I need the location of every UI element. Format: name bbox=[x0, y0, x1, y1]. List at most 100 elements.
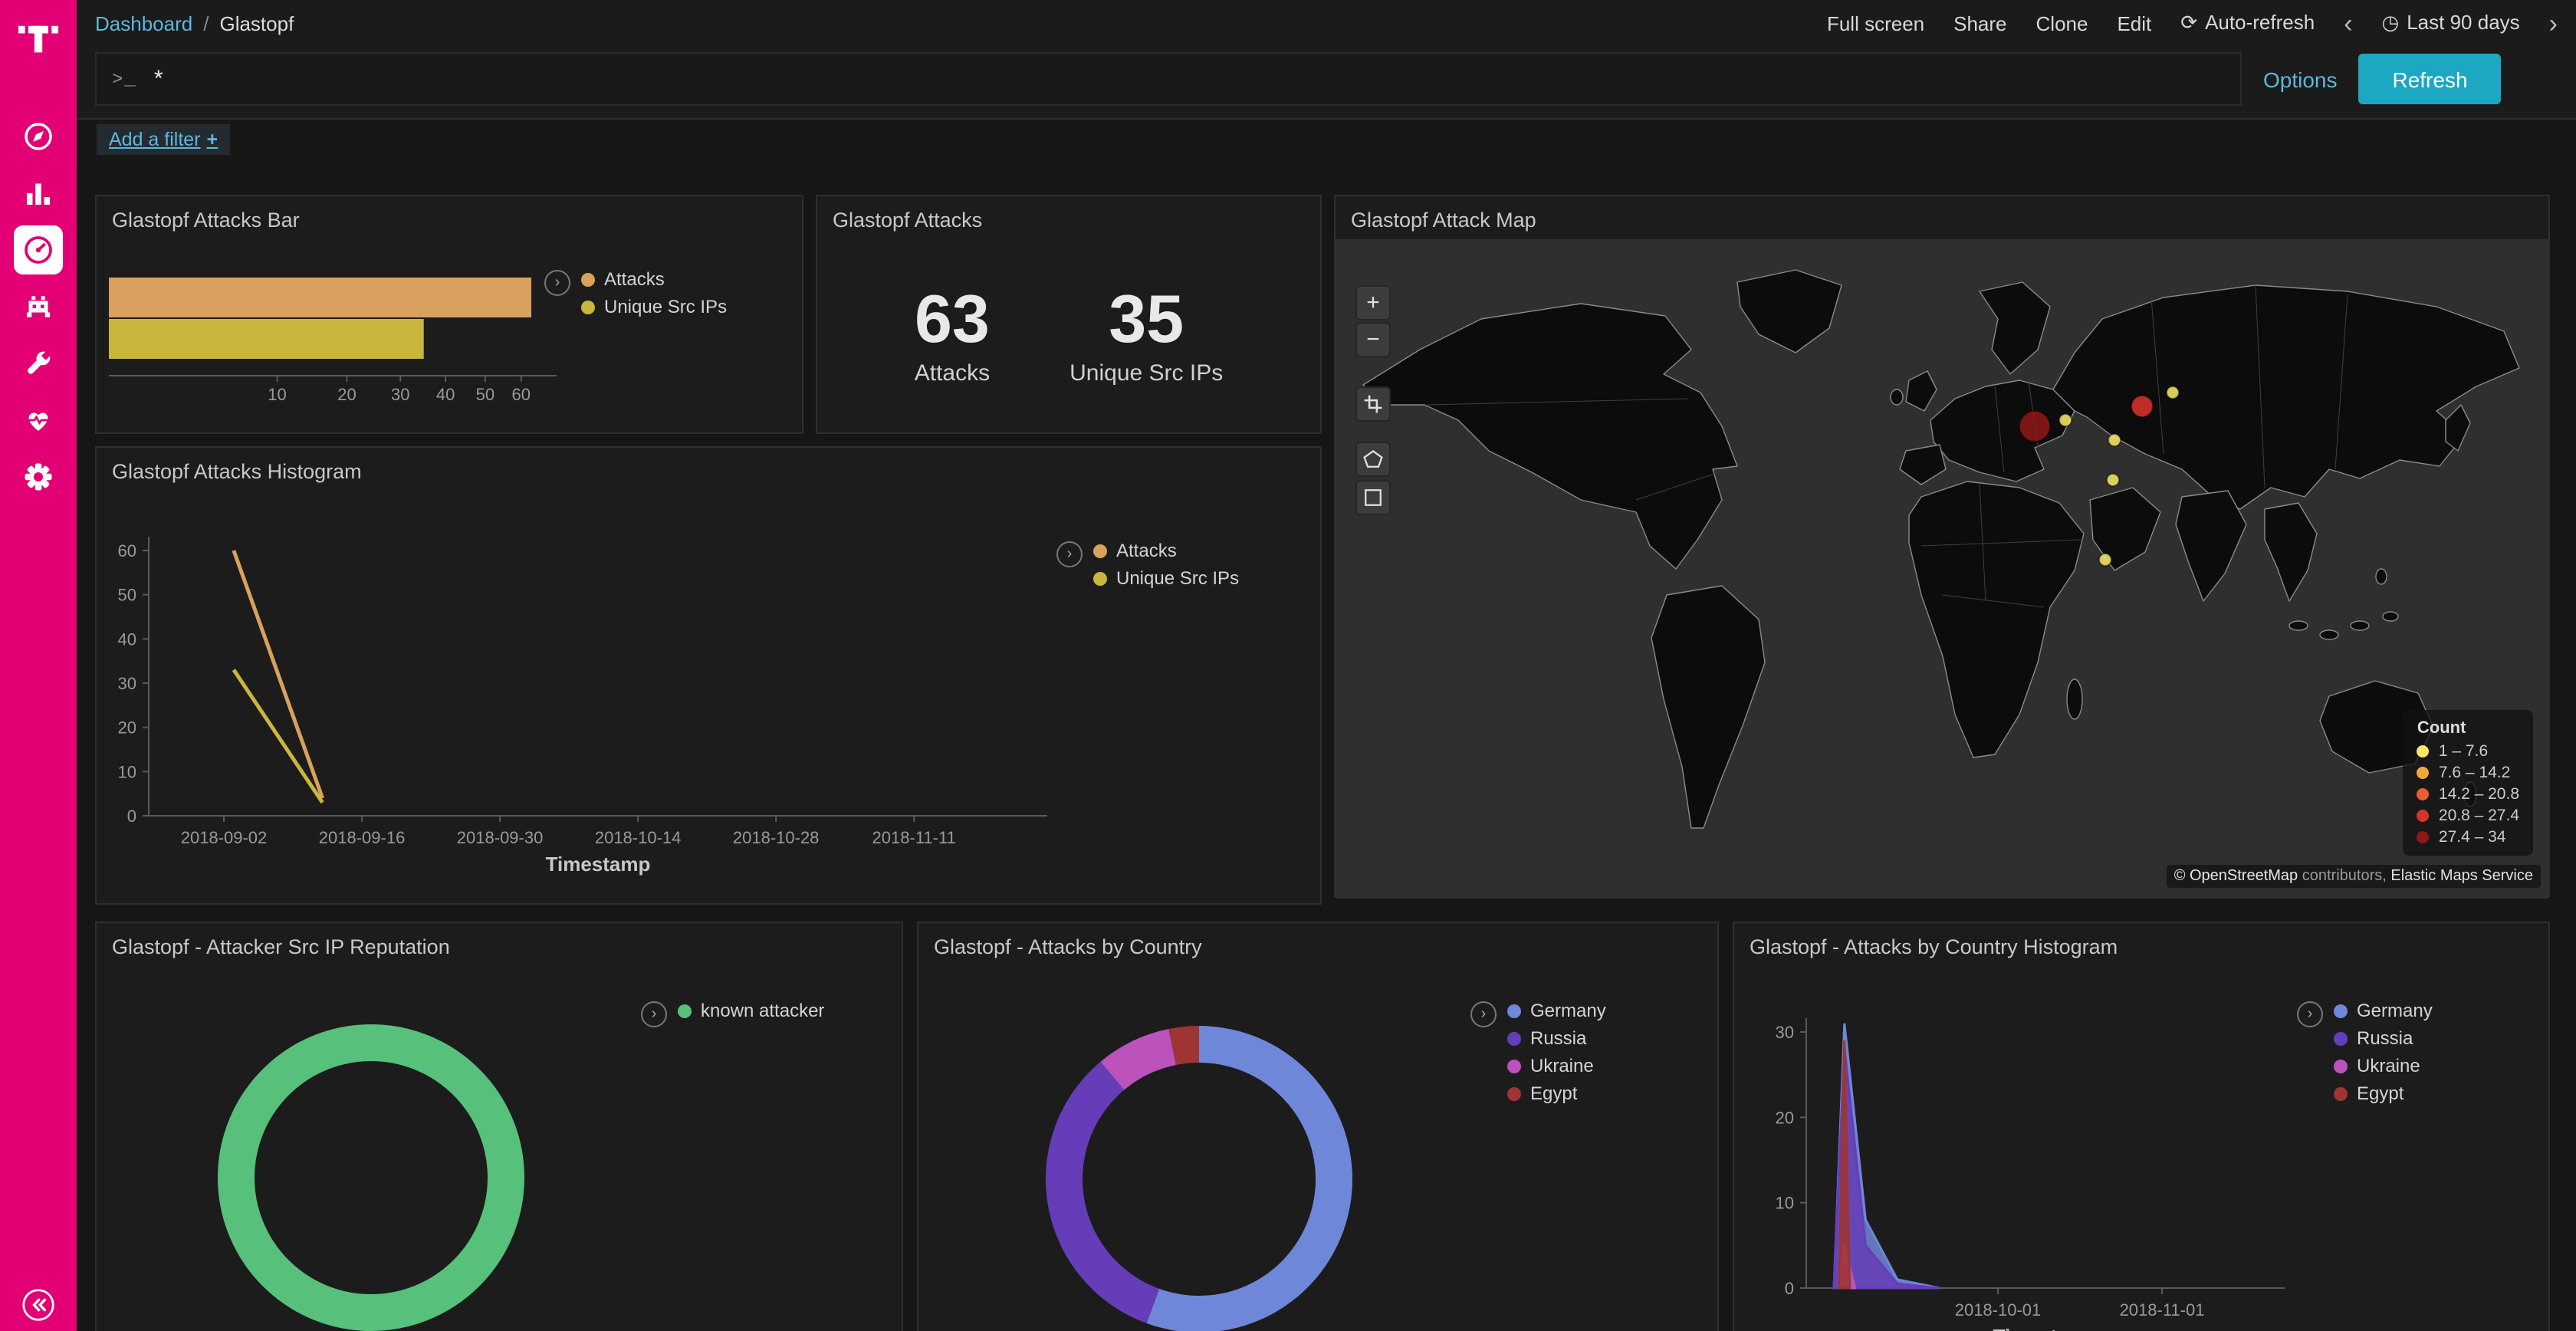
panel-attacks-by-country-histogram: Glastopf - Attacks by Country Histogram … bbox=[1733, 922, 2550, 1331]
legend-color-dot bbox=[1507, 1086, 1521, 1100]
svg-text:60: 60 bbox=[118, 541, 136, 560]
legend-toggle[interactable]: › bbox=[641, 1001, 667, 1027]
auto-refresh-button[interactable]: ⟳Auto-refresh bbox=[2180, 11, 2315, 35]
sidebar-item-devtools[interactable] bbox=[0, 334, 77, 391]
legend-color-dot bbox=[2334, 1086, 2348, 1100]
map-draw-rectangle-button[interactable] bbox=[1355, 480, 1391, 515]
svg-text:0: 0 bbox=[127, 807, 136, 826]
map-draw-polygon-button[interactable] bbox=[1355, 442, 1391, 477]
attacks-histogram-chart: 01020304050602018-09-022018-09-162018-09… bbox=[97, 448, 1320, 903]
legend-item[interactable]: Russia bbox=[1507, 1027, 1606, 1049]
sidebar-item-monitoring[interactable] bbox=[0, 391, 77, 448]
time-forward-chevron[interactable]: › bbox=[2549, 10, 2558, 36]
svg-text:50: 50 bbox=[476, 385, 495, 404]
legend-toggle[interactable]: › bbox=[1470, 1001, 1497, 1027]
telekom-logo[interactable] bbox=[12, 12, 64, 64]
legend-toggle[interactable]: › bbox=[1056, 541, 1083, 567]
legend-item[interactable]: known attacker bbox=[678, 1000, 824, 1021]
options-link[interactable]: Options bbox=[2263, 67, 2338, 91]
legend-item[interactable]: Russia bbox=[2334, 1027, 2433, 1049]
legend-item[interactable]: Germany bbox=[1507, 1000, 1606, 1021]
sidebar-item-visualize[interactable] bbox=[0, 164, 77, 221]
map-count-legend: Count 1 – 7.67.6 – 14.214.2 – 20.820.8 –… bbox=[2404, 710, 2533, 856]
full-screen-button[interactable]: Full screen bbox=[1827, 12, 1924, 35]
search-query-input[interactable] bbox=[151, 64, 2225, 94]
legend-label: Unique Src IPs bbox=[604, 296, 727, 317]
chart-legend: › known attacker bbox=[641, 1000, 824, 1027]
legend-item[interactable]: Attacks bbox=[581, 268, 727, 290]
chart-legend: › Attacks Unique Src IPs bbox=[1056, 540, 1239, 589]
dashboard-gauge-icon bbox=[23, 234, 54, 265]
legend-toggle[interactable]: › bbox=[544, 270, 570, 296]
svg-text:2018-10-01: 2018-10-01 bbox=[1955, 1300, 2042, 1319]
query-prompt-icon: >_ bbox=[112, 68, 137, 90]
legend-item[interactable]: Ukraine bbox=[2334, 1055, 2433, 1076]
legend-item[interactable]: Egypt bbox=[1507, 1083, 1606, 1104]
metric-group: 63 Attacks 35 Unique Src IPs bbox=[817, 239, 1320, 432]
sidebar-item-discover[interactable] bbox=[0, 107, 77, 164]
square-icon bbox=[1363, 488, 1383, 508]
top-chrome: Dashboard / Glastopf Full screen Share C… bbox=[77, 0, 2576, 120]
osm-attribution-link[interactable]: © OpenStreetMap bbox=[2174, 868, 2298, 885]
legend-label: known attacker bbox=[701, 1000, 824, 1021]
refresh-button[interactable]: Refresh bbox=[2359, 54, 2502, 104]
world-map[interactable] bbox=[1336, 239, 2548, 899]
clone-button[interactable]: Clone bbox=[2036, 12, 2088, 35]
legend-item[interactable]: Germany bbox=[2334, 1000, 2433, 1021]
metric-label: Attacks bbox=[915, 360, 990, 386]
reputation-donut-chart bbox=[97, 923, 902, 1331]
top-navbar: Dashboard / Glastopf Full screen Share C… bbox=[77, 0, 2576, 46]
map-zoom-in-button[interactable]: + bbox=[1355, 285, 1391, 320]
svg-text:20: 20 bbox=[1776, 1108, 1794, 1127]
clock-icon: ◷ bbox=[2382, 11, 2400, 34]
elastic-maps-attribution-link[interactable]: Elastic Maps Service bbox=[2390, 868, 2533, 885]
panel-title: Glastopf Attack Map bbox=[1336, 196, 2548, 232]
legend-item[interactable]: Ukraine bbox=[1507, 1055, 1606, 1076]
legend-item[interactable]: Unique Src IPs bbox=[581, 296, 727, 317]
sidebar-collapse-button[interactable] bbox=[0, 1288, 77, 1322]
map-legend-row: 14.2 – 20.8 bbox=[2417, 785, 2519, 804]
svg-text:50: 50 bbox=[118, 586, 136, 605]
legend-color-dot bbox=[1093, 571, 1107, 585]
legend-item[interactable]: Unique Src IPs bbox=[1093, 567, 1239, 589]
svg-text:20: 20 bbox=[337, 385, 356, 404]
legend-item[interactable]: Attacks bbox=[1093, 540, 1239, 561]
svg-text:30: 30 bbox=[391, 385, 409, 404]
svg-text:40: 40 bbox=[118, 629, 136, 649]
sidebar-item-management[interactable] bbox=[0, 448, 77, 504]
country-histogram-chart: 01020302018-10-012018-11-01 bbox=[1734, 923, 2548, 1331]
svg-text:2018-09-30: 2018-09-30 bbox=[457, 828, 544, 847]
svg-text:10: 10 bbox=[1776, 1194, 1794, 1213]
map-fit-bounds-button[interactable] bbox=[1355, 386, 1391, 422]
bucket-color-dot bbox=[2417, 788, 2430, 800]
legend-toggle[interactable]: › bbox=[2297, 1001, 2323, 1027]
svg-text:20: 20 bbox=[118, 718, 136, 738]
sidebar-item-dashboard[interactable] bbox=[0, 221, 77, 278]
svg-text:2018-10-28: 2018-10-28 bbox=[733, 828, 820, 847]
svg-text:60: 60 bbox=[512, 385, 531, 404]
legend-label: Attacks bbox=[604, 268, 665, 290]
map-legend-row: 27.4 – 34 bbox=[2417, 828, 2519, 846]
metric-value: 63 bbox=[915, 286, 990, 357]
edit-button[interactable]: Edit bbox=[2117, 12, 2151, 35]
time-range-picker[interactable]: ◷Last 90 days bbox=[2382, 11, 2520, 35]
panel-attacks-metric: Glastopf Attacks 63 Attacks 35 Unique Sr… bbox=[816, 195, 1322, 434]
share-button[interactable]: Share bbox=[1953, 12, 2006, 35]
map-zoom-out-button[interactable]: − bbox=[1355, 322, 1391, 357]
legend-color-dot bbox=[2334, 1004, 2348, 1017]
time-back-chevron[interactable]: ‹ bbox=[2344, 10, 2352, 36]
add-filter-link[interactable]: Add a filter+ bbox=[97, 124, 230, 155]
panel-attacks-bar: Glastopf Attacks Bar 102030405060 ›Attac… bbox=[95, 195, 803, 434]
svg-text:40: 40 bbox=[436, 385, 455, 404]
query-input-wrap: >_ bbox=[95, 52, 2242, 106]
x-axis-label: Timestamp bbox=[1892, 1325, 2199, 1331]
breadcrumb-dashboard-link[interactable]: Dashboard bbox=[95, 12, 192, 35]
x-axis-label: Timestamp bbox=[445, 853, 751, 876]
sidebar-item-honeypot[interactable] bbox=[0, 278, 77, 334]
bucket-color-dot bbox=[2417, 767, 2430, 779]
legend-item[interactable]: Egypt bbox=[2334, 1083, 2433, 1104]
metric-unique-src-ips: 35 Unique Src IPs bbox=[1070, 286, 1223, 386]
svg-text:2018-09-16: 2018-09-16 bbox=[319, 828, 406, 847]
legend-label: Russia bbox=[1530, 1027, 1586, 1049]
bar-chart-icon bbox=[23, 177, 54, 208]
